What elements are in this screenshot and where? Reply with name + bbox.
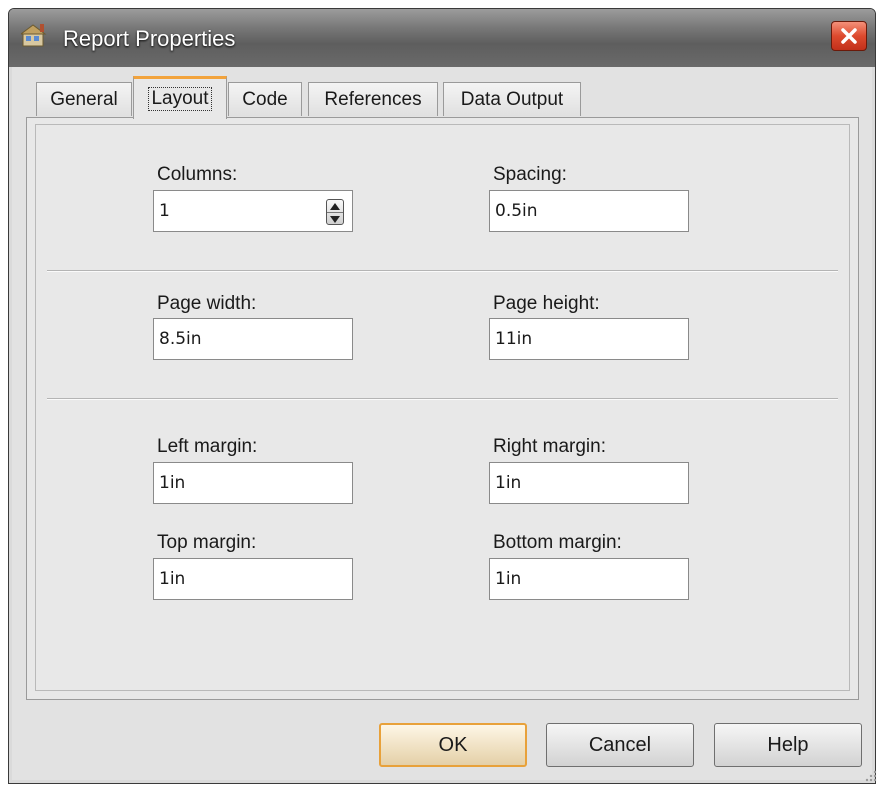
close-button[interactable]	[831, 21, 867, 51]
layout-panel: Columns: 1 Spacing: 0.5in Page width: 8.…	[26, 117, 859, 700]
top-margin-label: Top margin:	[157, 532, 257, 553]
resize-grip-icon[interactable]	[864, 769, 878, 783]
page-height-input[interactable]: 11in	[489, 318, 689, 360]
tab-label: General	[50, 88, 118, 110]
tab-layout[interactable]: Layout	[133, 76, 227, 119]
columns-spinner[interactable]: 1	[153, 190, 353, 232]
close-icon	[841, 28, 857, 44]
tab-references[interactable]: References	[308, 82, 438, 116]
title-bar[interactable]: Report Properties	[9, 9, 875, 67]
cancel-button[interactable]: Cancel	[546, 723, 694, 767]
spacing-input[interactable]: 0.5in	[489, 190, 689, 232]
tab-label: Layout	[148, 87, 212, 111]
tab-code[interactable]: Code	[228, 82, 302, 116]
ok-button[interactable]: OK	[379, 723, 527, 767]
page-width-label: Page width:	[157, 293, 257, 314]
report-icon	[19, 23, 49, 47]
left-margin-label: Left margin:	[157, 436, 258, 457]
top-margin-input[interactable]: 1in	[153, 558, 353, 600]
tab-label: Code	[242, 88, 288, 110]
left-margin-input[interactable]: 1in	[153, 462, 353, 504]
window-title: Report Properties	[63, 26, 236, 51]
spin-up-icon[interactable]	[327, 200, 343, 212]
divider	[47, 270, 838, 272]
page-width-input[interactable]: 8.5in	[153, 318, 353, 360]
columns-label: Columns:	[157, 164, 238, 185]
tab-label: Data Output	[460, 88, 564, 110]
divider	[47, 398, 838, 400]
help-button[interactable]: Help	[714, 723, 862, 767]
spin-down-icon[interactable]	[327, 212, 343, 225]
page-height-label: Page height:	[493, 293, 600, 314]
spacing-label: Spacing:	[493, 164, 567, 185]
tab-data-output[interactable]: Data Output	[443, 82, 581, 116]
columns-spin-control[interactable]	[326, 199, 344, 225]
columns-value: 1	[159, 201, 170, 221]
right-margin-label: Right margin:	[493, 436, 606, 457]
bottom-margin-label: Bottom margin:	[493, 532, 622, 553]
tab-label: References	[324, 88, 422, 110]
right-margin-input[interactable]: 1in	[489, 462, 689, 504]
tab-general[interactable]: General	[36, 82, 132, 116]
bottom-margin-input[interactable]: 1in	[489, 558, 689, 600]
